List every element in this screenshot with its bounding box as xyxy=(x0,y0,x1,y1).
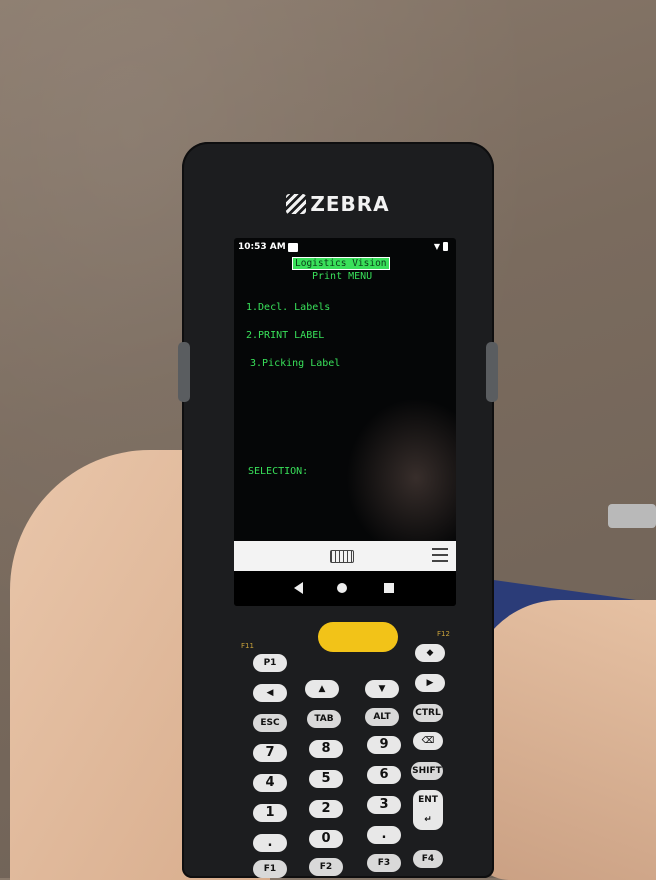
enter-arrow-icon: ↵ xyxy=(424,815,432,825)
key-8[interactable]: 8 xyxy=(309,740,343,758)
dot-key-right[interactable]: . xyxy=(367,826,401,844)
f2-key[interactable]: F2 xyxy=(309,858,343,876)
key-0[interactable]: 0 xyxy=(309,830,343,848)
status-bar: 10:53 AM ▼ xyxy=(234,242,456,256)
menu-item-decl-labels[interactable]: 1.Decl. Labels xyxy=(246,302,330,313)
notification-icon xyxy=(288,243,298,252)
key-1[interactable]: 1 xyxy=(253,804,287,822)
brand-logo: ZEBRA xyxy=(182,192,494,216)
enter-key[interactable]: ENT ↵ xyxy=(413,790,443,830)
recent-square-icon[interactable] xyxy=(384,583,394,593)
battery-icon xyxy=(443,242,448,251)
status-time: 10:53 AM xyxy=(238,242,286,252)
arrow-left-key[interactable]: ◀ xyxy=(253,684,287,702)
soft-keyboard-bar xyxy=(234,541,456,571)
f4-key[interactable]: F4 xyxy=(413,850,443,868)
hardware-keypad: F11 F12 P1 ◆ ◀ ▲ ▼ ▶ ESC TAB ALT CTRL 7 … xyxy=(241,622,450,878)
wifi-icon: ▼ xyxy=(433,242,440,251)
screen-reflection xyxy=(346,398,456,558)
key-3[interactable]: 3 xyxy=(367,796,401,814)
f1-key[interactable]: F1 xyxy=(253,860,287,878)
key-4[interactable]: 4 xyxy=(253,774,287,792)
arrow-right-key[interactable]: ▶ xyxy=(415,674,445,692)
metal-clip xyxy=(608,504,656,528)
brand-name: ZEBRA xyxy=(310,192,390,216)
f12-label: F12 xyxy=(437,630,450,638)
key-2[interactable]: 2 xyxy=(309,800,343,818)
alt-key[interactable]: ALT xyxy=(365,708,399,726)
app-title: Logistics Vision xyxy=(292,257,390,270)
selection-prompt[interactable]: SELECTION: xyxy=(248,466,308,477)
key-6[interactable]: 6 xyxy=(367,766,401,784)
p1-key[interactable]: P1 xyxy=(253,654,287,672)
menu-item-picking-label[interactable]: 3.Picking Label xyxy=(250,358,340,369)
arrow-up-key[interactable]: ▲ xyxy=(305,680,339,698)
ctrl-key[interactable]: CTRL xyxy=(413,704,443,722)
handheld-device: ZEBRA 10:53 AM ▼ Logistics Vision Print … xyxy=(178,142,498,878)
f3-key[interactable]: F3 xyxy=(367,854,401,872)
enter-key-label: ENT xyxy=(418,795,438,805)
shift-key[interactable]: SHIFT xyxy=(411,762,443,780)
dot-key-left[interactable]: . xyxy=(253,834,287,852)
side-button-right[interactable] xyxy=(486,342,498,402)
backspace-key[interactable]: ⌫ xyxy=(413,732,443,750)
diamond-key[interactable]: ◆ xyxy=(415,644,445,662)
tab-key[interactable]: TAB xyxy=(307,710,341,728)
device-screen: 10:53 AM ▼ Logistics Vision Print MENU 1… xyxy=(234,238,456,606)
f11-label: F11 xyxy=(241,642,254,650)
esc-key[interactable]: ESC xyxy=(253,714,287,732)
menu-title: Print MENU xyxy=(312,271,373,282)
home-circle-icon[interactable] xyxy=(337,583,347,593)
zebra-logo-icon xyxy=(286,194,307,214)
side-button-left[interactable] xyxy=(178,342,190,402)
keyboard-icon[interactable] xyxy=(330,550,354,563)
right-hand xyxy=(470,600,656,880)
key-5[interactable]: 5 xyxy=(309,770,343,788)
android-nav-bar xyxy=(234,571,456,606)
menu-item-print-label[interactable]: 2.PRINT LABEL xyxy=(246,330,324,341)
key-9[interactable]: 9 xyxy=(367,736,401,754)
hamburger-menu-icon[interactable] xyxy=(432,548,448,562)
key-7[interactable]: 7 xyxy=(253,744,287,762)
arrow-down-key[interactable]: ▼ xyxy=(365,680,399,698)
back-triangle-icon[interactable] xyxy=(294,582,303,594)
scan-trigger-button[interactable] xyxy=(318,622,398,652)
